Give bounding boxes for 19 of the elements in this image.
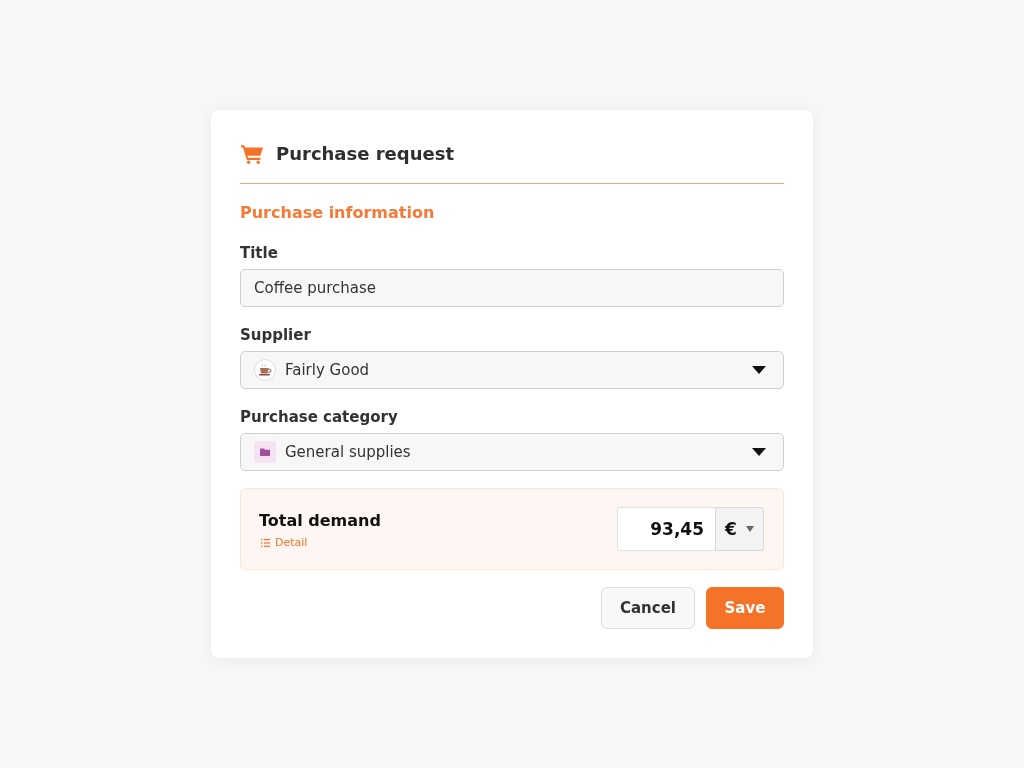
field-label: Purchase category: [240, 407, 398, 428]
total-label: Total demand: [259, 509, 381, 532]
caret-icon: [745, 526, 754, 532]
caret-icon: [752, 448, 766, 456]
list-icon: [261, 538, 270, 547]
amount-field[interactable]: 93,45: [617, 507, 715, 551]
supplier-select[interactable]: Fairly Good: [240, 351, 784, 389]
coffee-cup-icon: [254, 359, 276, 381]
caret-icon: [752, 366, 766, 374]
category-select[interactable]: General supplies: [240, 433, 784, 471]
text-field[interactable]: Coffee purchase: [240, 269, 784, 307]
field-label: Supplier: [240, 325, 311, 346]
currency-select[interactable]: €: [715, 507, 764, 551]
cart-icon: [241, 144, 263, 164]
dialog-title: Purchase request: [276, 142, 454, 166]
field-label: Title: [240, 243, 278, 264]
folder-icon: [254, 441, 276, 463]
cancel-button[interactable]: Cancel: [601, 587, 695, 629]
section-heading: Purchase information: [240, 202, 435, 224]
